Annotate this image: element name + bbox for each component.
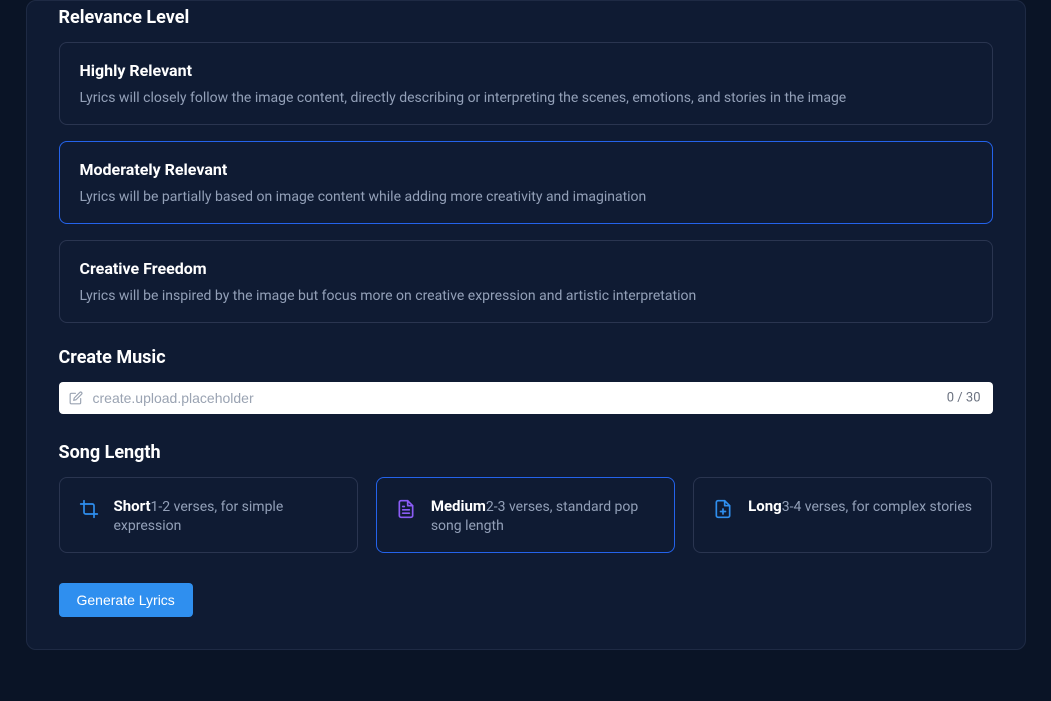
settings-panel: Relevance Level Highly Relevant Lyrics w… — [26, 0, 1026, 650]
length-option-medium[interactable]: Medium2-3 verses, standard pop song leng… — [376, 477, 675, 553]
relevance-option-moderately[interactable]: Moderately Relevant Lyrics will be parti… — [59, 141, 993, 224]
length-option-long[interactable]: Long3-4 verses, for complex stories — [693, 477, 992, 553]
song-length-heading: Song Length — [59, 442, 993, 463]
song-length-row: Short1-2 verses, for simple expression M… — [59, 477, 993, 553]
relevance-option-desc: Lyrics will be inspired by the image but… — [80, 288, 972, 304]
relevance-option-creative[interactable]: Creative Freedom Lyrics will be inspired… — [59, 240, 993, 323]
char-counter: 0 / 30 — [947, 391, 981, 406]
crop-icon — [78, 498, 100, 520]
create-music-heading: Create Music — [59, 347, 993, 368]
file-text-icon — [395, 498, 417, 520]
relevance-option-highly[interactable]: Highly Relevant Lyrics will closely foll… — [59, 42, 993, 125]
relevance-heading: Relevance Level — [59, 7, 993, 28]
generate-button[interactable]: Generate Lyrics — [59, 583, 193, 617]
create-music-input-wrap: 0 / 30 — [59, 382, 993, 414]
length-option-short[interactable]: Short1-2 verses, for simple expression — [59, 477, 358, 553]
relevance-option-title: Creative Freedom — [80, 259, 972, 278]
create-music-input[interactable] — [59, 382, 993, 414]
relevance-option-desc: Lyrics will closely follow the image con… — [80, 90, 972, 106]
length-title: Medium — [431, 497, 486, 515]
relevance-option-title: Highly Relevant — [80, 61, 972, 80]
relevance-option-desc: Lyrics will be partially based on image … — [80, 189, 972, 205]
edit-icon — [69, 391, 83, 405]
length-title: Long — [748, 497, 782, 515]
file-plus-icon — [712, 498, 734, 520]
relevance-option-title: Moderately Relevant — [80, 160, 972, 179]
length-desc: 3-4 verses, for complex stories — [782, 499, 972, 515]
length-title: Short — [114, 497, 151, 515]
